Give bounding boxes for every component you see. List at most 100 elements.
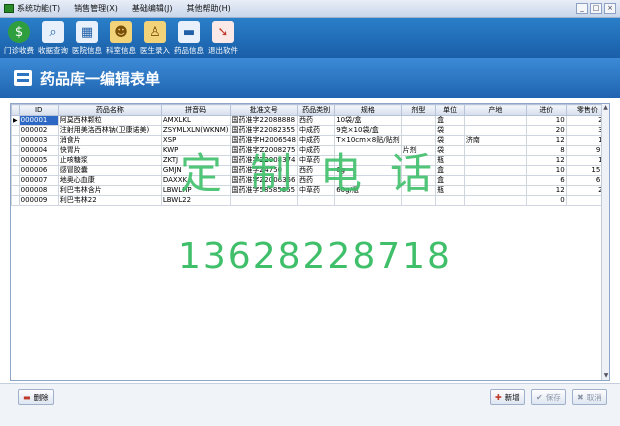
tool-exit[interactable]: ➘ 退出软件 xyxy=(206,18,240,58)
table-cell[interactable]: 10 xyxy=(525,165,567,176)
cancel-button[interactable]: ✖ 取消 xyxy=(572,389,607,405)
row-indicator[interactable] xyxy=(11,135,20,146)
table-cell[interactable]: 12 xyxy=(525,155,567,166)
form-icon xyxy=(14,70,32,86)
table-cell[interactable]: 国药准字22088888 xyxy=(229,115,298,126)
table-cell[interactable]: 袋 xyxy=(435,125,465,136)
table-cell[interactable] xyxy=(463,155,527,166)
vertical-scrollbar[interactable]: ▲ ▼ xyxy=(601,104,609,380)
table-row[interactable]: 000002 注射用美洛西林钠(卫康诺美) ZSYMLXLN(WKNM) 国药准字22… xyxy=(11,125,609,136)
table-cell[interactable]: 8 xyxy=(525,145,567,156)
table-cell[interactable]: 西药 xyxy=(296,115,336,126)
table-cell[interactable]: 6 xyxy=(525,175,567,186)
table-cell[interactable]: 10袋/盒 xyxy=(334,115,402,126)
table-cell[interactable] xyxy=(400,125,437,136)
table-cell[interactable]: 止咳糖浆 xyxy=(57,155,162,166)
page-title: 药品库一编辑表单 xyxy=(40,69,161,88)
table-cell[interactable]: 12 xyxy=(525,135,567,146)
menu-help[interactable]: 其他帮助(H) xyxy=(186,3,230,14)
tool-doctor-entry[interactable]: ♙ 医生录入 xyxy=(138,18,172,58)
row-indicator[interactable] xyxy=(11,145,20,156)
table-cell[interactable]: 利巴韦林含片 xyxy=(57,185,162,196)
row-indicator[interactable] xyxy=(11,125,20,136)
menu-system[interactable]: 系统功能(T) xyxy=(17,3,60,14)
table-cell[interactable] xyxy=(463,185,527,196)
column-header[interactable]: 批准文号 xyxy=(229,104,298,116)
table-cell[interactable]: 消食片 xyxy=(57,135,162,146)
table-cell[interactable]: 000001 xyxy=(18,115,59,126)
table-cell[interactable]: 感冒胶囊 xyxy=(57,165,162,176)
column-header[interactable]: 规格 xyxy=(334,104,402,116)
table-cell[interactable]: 000005 xyxy=(18,155,59,166)
tool-hospital-info[interactable]: ▦ 医院信息 xyxy=(70,18,104,58)
table-cell[interactable]: 000004 xyxy=(18,145,59,156)
maximize-button[interactable]: □ xyxy=(590,3,602,14)
row-indicator[interactable] xyxy=(11,185,20,196)
row-indicator[interactable] xyxy=(11,165,20,176)
column-header[interactable]: 药品名称 xyxy=(57,104,162,116)
column-header[interactable]: 单位 xyxy=(435,104,465,116)
tool-receipt-query[interactable]: ⌕ 收据查询 xyxy=(36,18,70,58)
table-cell[interactable]: 000006 xyxy=(18,165,59,176)
table-cell[interactable]: 20 xyxy=(525,125,567,136)
save-button[interactable]: ✔ 保存 xyxy=(531,389,566,405)
menu-sales[interactable]: 销售管理(X) xyxy=(74,3,118,14)
table-cell[interactable]: 12 xyxy=(525,185,567,196)
table-cell[interactable]: 注射用美洛西林钠(卫康诺美) xyxy=(57,125,162,136)
table-cell[interactable] xyxy=(400,115,437,126)
column-header[interactable]: 产地 xyxy=(463,104,527,116)
toolbar: $ 门诊收费 ⌕ 收据查询 ▦ 医院信息 ☻ 科室信息 ♙ 医生录入 ▬ 药品信… xyxy=(0,18,620,58)
magnifier-icon: ⌕ xyxy=(42,21,64,43)
plus-icon: ✚ xyxy=(495,392,502,402)
x-icon: ✖ xyxy=(577,392,584,402)
table-cell[interactable]: AMXLKL xyxy=(160,115,231,126)
table-cell[interactable]: 000007 xyxy=(18,175,59,186)
row-indicator[interactable]: ▶ xyxy=(11,115,20,126)
table-cell[interactable] xyxy=(463,175,527,186)
table-cell[interactable] xyxy=(463,165,527,176)
table-cell[interactable]: 阿莫西林颗粒 xyxy=(57,115,162,126)
table-cell[interactable] xyxy=(463,125,527,136)
scroll-up-icon[interactable]: ▲ xyxy=(602,104,609,112)
row-indicator[interactable] xyxy=(11,195,20,206)
tool-medicine-info[interactable]: ▬ 药品信息 xyxy=(172,18,206,58)
table-cell[interactable]: 济南 xyxy=(463,135,527,146)
table-cell[interactable]: 000009 xyxy=(18,195,59,206)
table-cell[interactable] xyxy=(463,115,527,126)
table-cell[interactable] xyxy=(463,195,527,206)
table-cell[interactable]: 利巴韦林22 xyxy=(57,195,162,206)
table-cell[interactable]: 国药准字22082355 xyxy=(229,125,298,136)
row-indicator[interactable] xyxy=(11,155,20,166)
table-cell[interactable]: 000002 xyxy=(18,125,59,136)
add-new-button[interactable]: ✚ 新增 xyxy=(490,389,525,405)
column-header[interactable]: ID xyxy=(18,104,59,116)
column-header[interactable]: 药品类别 xyxy=(296,104,336,116)
table-row[interactable]: ▶ 000001 阿莫西林颗粒 AMXLKL 国药准字22088888 西药 10袋/盒 盒 1… xyxy=(11,115,609,126)
column-header[interactable]: 拼音码 xyxy=(160,104,231,116)
check-icon: ✔ xyxy=(536,392,543,402)
column-header[interactable]: 剂型 xyxy=(400,104,437,116)
table-cell[interactable]: 地奥心血康 xyxy=(57,175,162,186)
delete-button[interactable]: ▬ 删除 xyxy=(18,389,54,405)
table-cell[interactable]: 盒 xyxy=(435,115,465,126)
row-indicator[interactable] xyxy=(11,175,20,186)
tool-outpatient-charge[interactable]: $ 门诊收费 xyxy=(2,18,36,58)
scroll-down-icon[interactable]: ▼ xyxy=(602,372,609,380)
menu-basic-edit[interactable]: 基础编辑(J) xyxy=(132,3,173,14)
people-group-icon: ☻ xyxy=(110,21,132,43)
table-cell[interactable]: 9克×10袋/盒 xyxy=(334,125,402,136)
table-cell[interactable]: 10 xyxy=(525,115,567,126)
dollar-coin-icon: $ xyxy=(8,21,30,43)
table-cell[interactable]: 000003 xyxy=(18,135,59,146)
table-cell[interactable]: 0 xyxy=(525,195,567,206)
tool-department-info[interactable]: ☻ 科室信息 xyxy=(104,18,138,58)
table-cell[interactable] xyxy=(463,145,527,156)
close-button[interactable]: × xyxy=(604,3,616,14)
minimize-button[interactable]: _ xyxy=(576,3,588,14)
table-cell[interactable]: 中成药 xyxy=(296,125,336,136)
table-cell[interactable]: ZSYMLXLN(WKNM) xyxy=(160,125,231,136)
table-cell[interactable]: 000008 xyxy=(18,185,59,196)
table-cell[interactable]: 快胃片 xyxy=(57,145,162,156)
tool-label: 药品信息 xyxy=(174,46,204,55)
column-header[interactable]: 进价 xyxy=(525,104,567,116)
